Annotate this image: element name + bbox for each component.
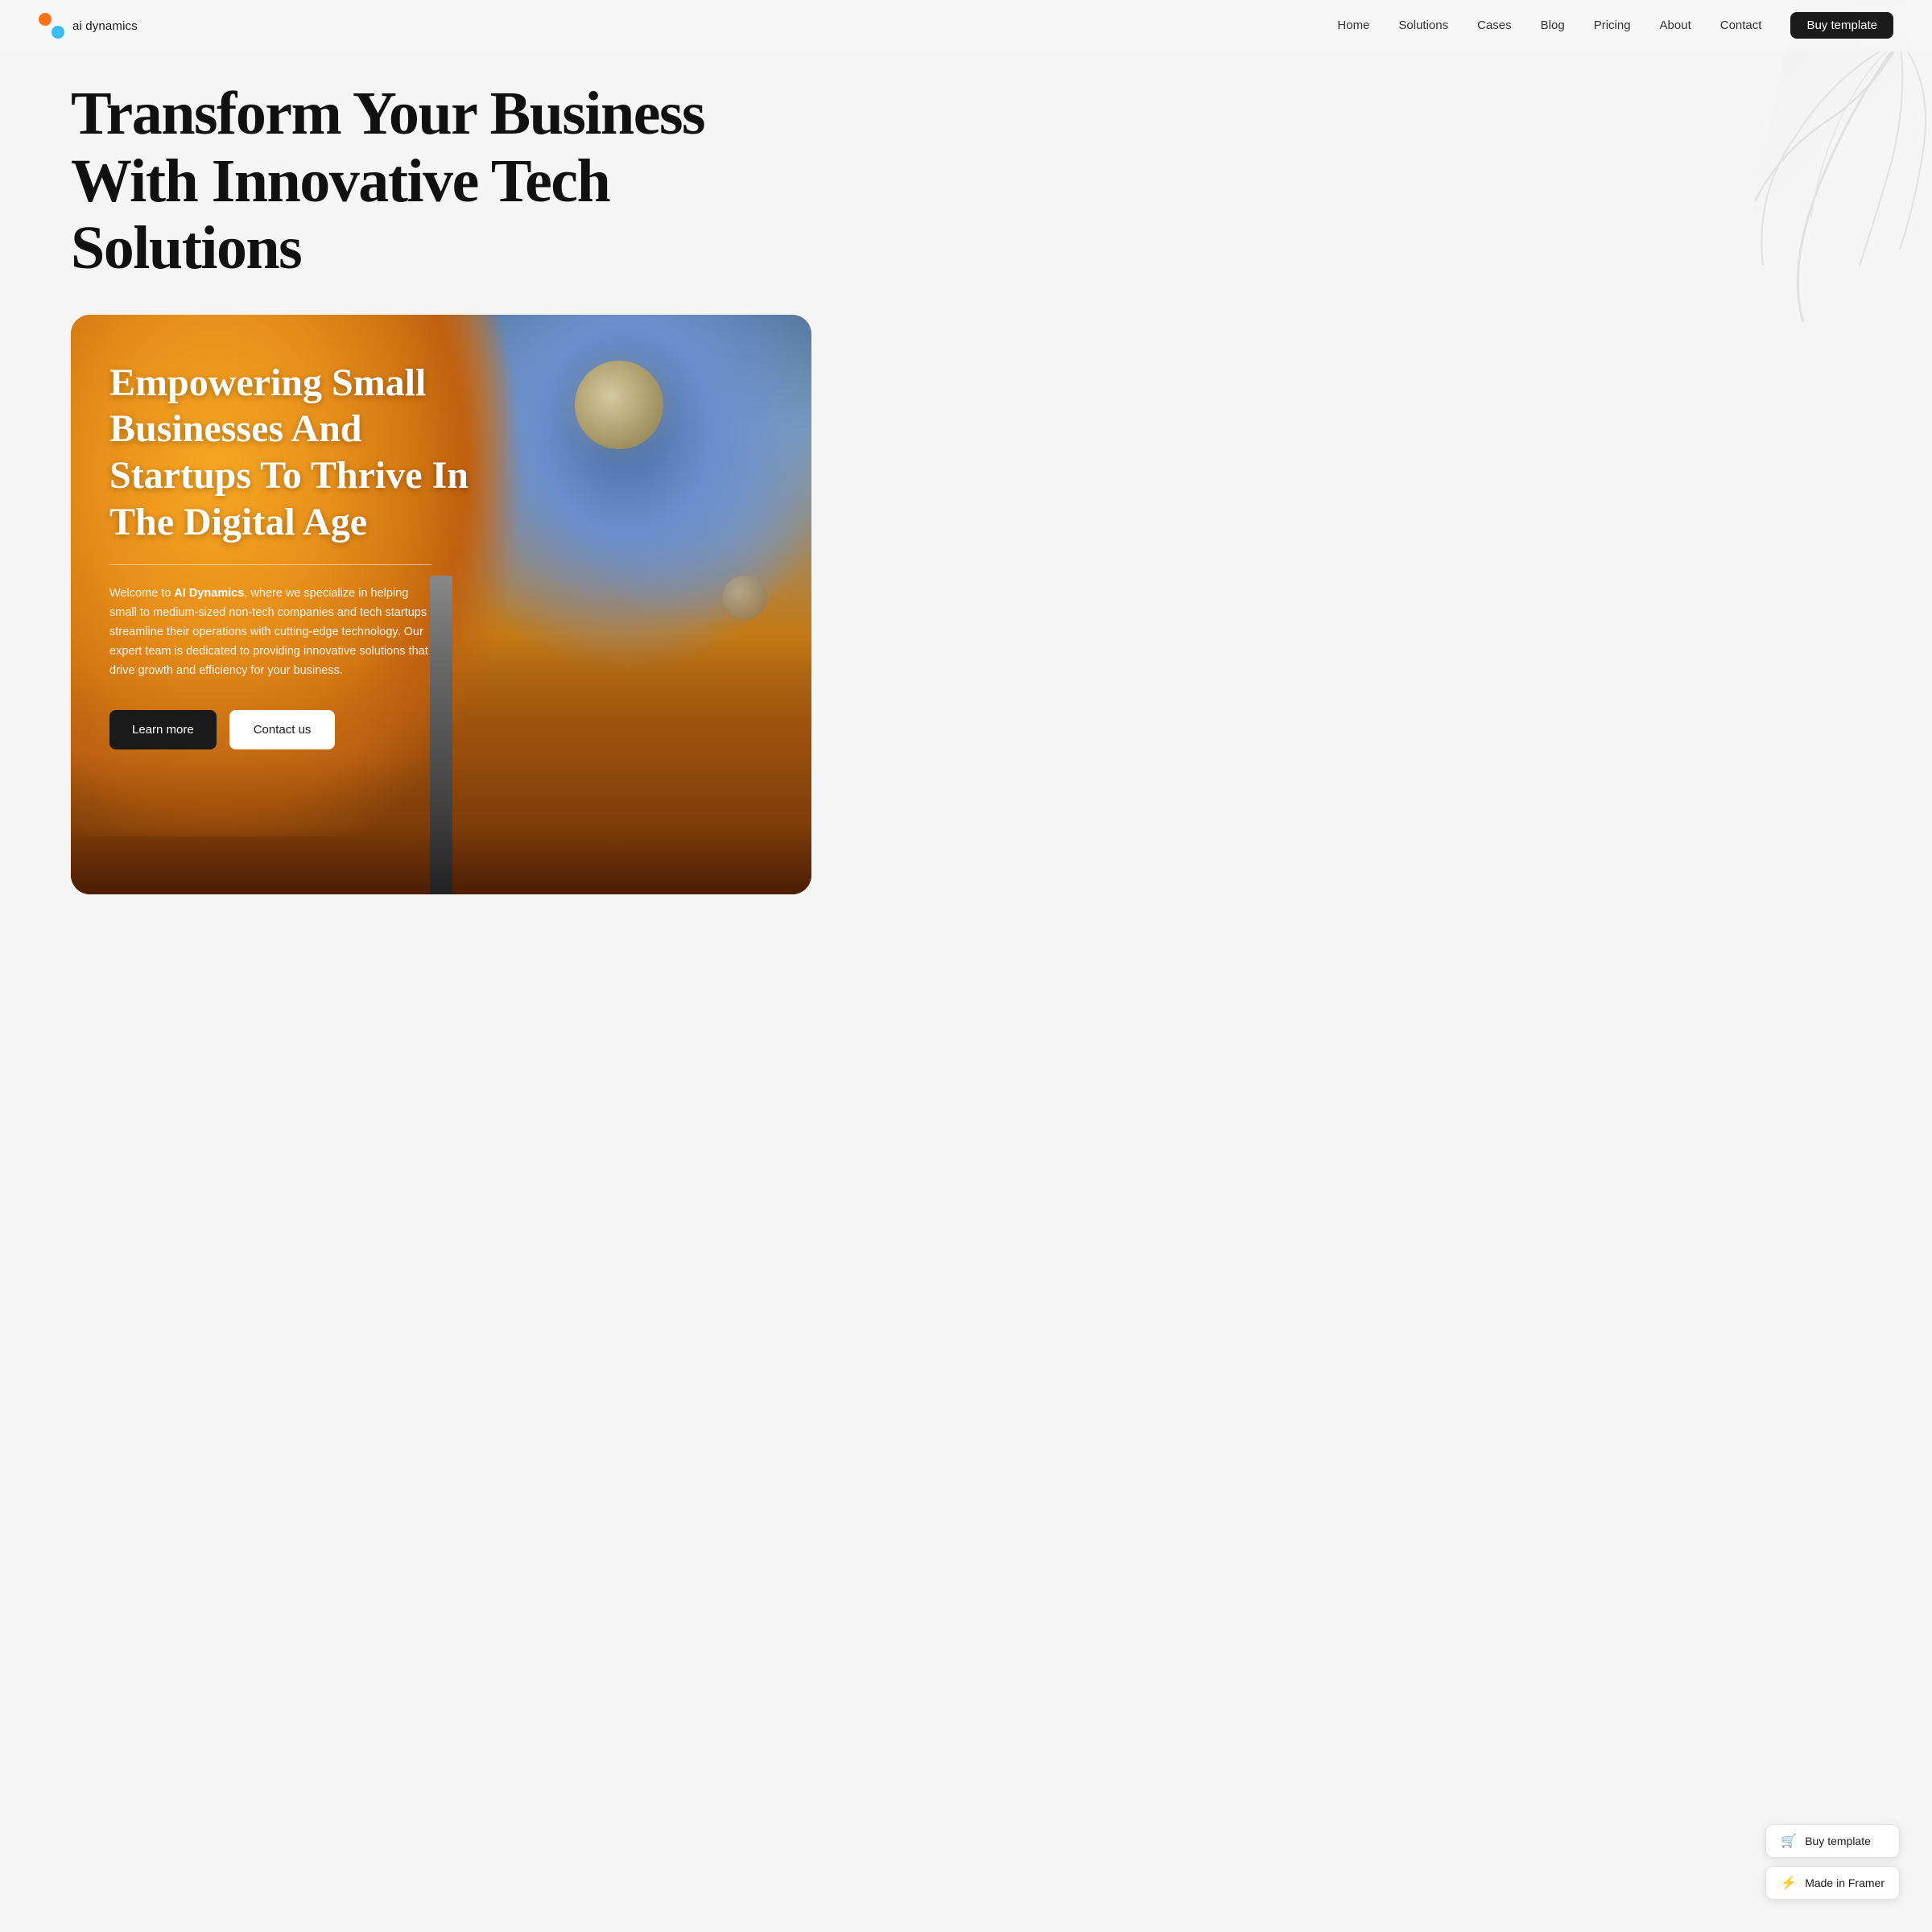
nav-item-contact[interactable]: Contact <box>1720 19 1762 33</box>
made-in-framer-label: Made in Framer <box>1805 1876 1885 1889</box>
nav-link-home[interactable]: Home <box>1337 19 1369 32</box>
card-divider <box>109 564 431 565</box>
nav-link-about[interactable]: About <box>1660 19 1691 32</box>
card-desc-suffix: , where we specialize in helping small t… <box>109 587 428 677</box>
floating-widgets: 🛒 Buy template ⚡ Made in Framer <box>1765 1824 1900 1900</box>
learn-more-button[interactable]: Learn more <box>109 710 217 749</box>
hero-card: Empowering Small Businesses And Startups… <box>71 315 811 894</box>
card-heading: Empowering Small Businesses And Startups… <box>109 360 499 545</box>
palm-decoration <box>1594 40 1932 322</box>
nav-item-buy[interactable]: Buy template <box>1790 19 1893 33</box>
card-description: Welcome to AI Dynamics, where we special… <box>109 584 431 681</box>
card-desc-brand: AI Dynamics <box>174 587 244 600</box>
buy-template-label: Buy template <box>1805 1835 1871 1847</box>
hero-section: Transform Your Business With Innovative … <box>0 0 1932 894</box>
card-content: Empowering Small Businesses And Startups… <box>71 315 538 894</box>
card-buttons: Learn more Contact us <box>109 710 499 749</box>
nav-item-about[interactable]: About <box>1660 19 1691 33</box>
buy-template-widget[interactable]: 🛒 Buy template <box>1765 1824 1900 1858</box>
nav-link-buy[interactable]: Buy template <box>1790 12 1893 39</box>
nav-link-blog[interactable]: Blog <box>1541 19 1565 32</box>
navigation: ai dynamics Home Solutions Cases Blog Pr… <box>0 0 1932 52</box>
contact-us-button[interactable]: Contact us <box>229 710 336 749</box>
logo-text: ai dynamics <box>72 19 138 33</box>
nav-item-home[interactable]: Home <box>1337 19 1369 33</box>
logo-circle-blue <box>52 26 64 39</box>
hero-title: Transform Your Business With Innovative … <box>71 80 795 283</box>
nav-link-cases[interactable]: Cases <box>1477 19 1512 32</box>
card-desc-prefix: Welcome to <box>109 587 174 600</box>
nav-item-pricing[interactable]: Pricing <box>1594 19 1631 33</box>
logo[interactable]: ai dynamics <box>39 13 138 39</box>
nav-item-cases[interactable]: Cases <box>1477 19 1512 33</box>
nav-links: Home Solutions Cases Blog Pricing About … <box>1337 19 1893 33</box>
card-planet <box>723 576 767 620</box>
nav-link-contact[interactable]: Contact <box>1720 19 1762 32</box>
logo-circle-orange <box>39 13 52 26</box>
logo-icon <box>39 13 64 39</box>
nav-item-blog[interactable]: Blog <box>1541 19 1565 33</box>
nav-link-solutions[interactable]: Solutions <box>1398 19 1448 32</box>
cart-icon: 🛒 <box>1781 1833 1797 1849</box>
card-moon <box>575 361 663 449</box>
made-in-framer-widget[interactable]: ⚡ Made in Framer <box>1765 1866 1900 1900</box>
nav-link-pricing[interactable]: Pricing <box>1594 19 1631 32</box>
framer-icon: ⚡ <box>1781 1875 1797 1891</box>
nav-item-solutions[interactable]: Solutions <box>1398 19 1448 33</box>
